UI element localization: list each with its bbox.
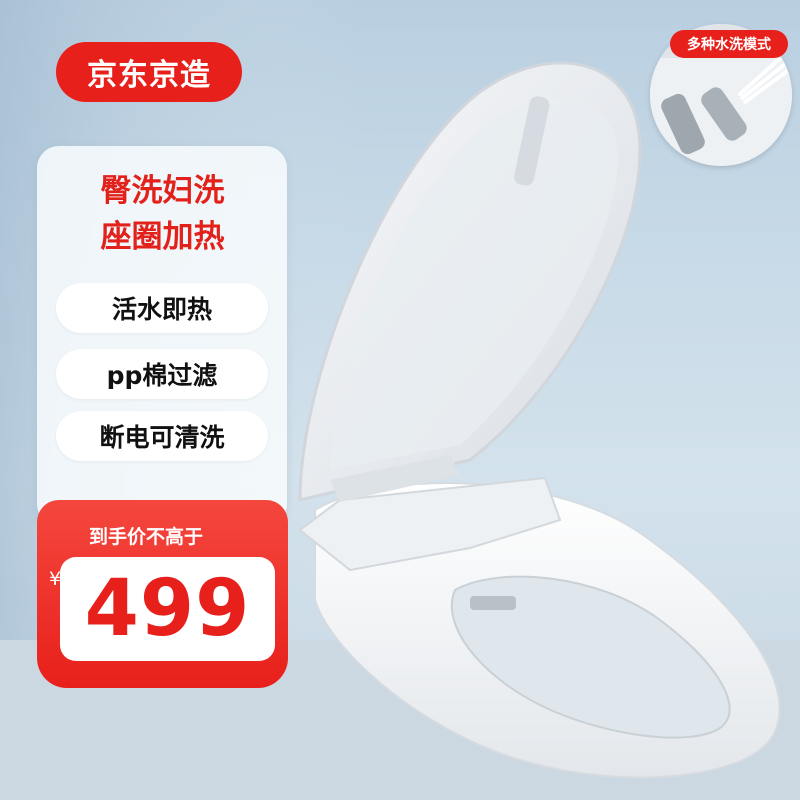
wash-mode-badge: 多种水洗模式: [670, 30, 788, 58]
nozzle: [470, 596, 516, 610]
headline-line-1: 臀洗妇洗: [100, 173, 225, 209]
feature-pill: 活水即热: [56, 283, 268, 333]
price-card: 到手价不高于 ¥ 499: [37, 500, 288, 688]
price-value: 499: [84, 564, 251, 654]
headline: 臀洗妇洗 座圈加热: [0, 168, 325, 260]
headline-line-2: 座圈加热: [100, 219, 225, 255]
price-caption: 到手价不高于: [89, 526, 204, 548]
brand-logo-badge: 京东京造: [56, 42, 242, 102]
price-box: 499: [60, 557, 275, 661]
feature-pill: pp棉过滤: [56, 349, 268, 399]
feature-pill: 断电可清洗: [56, 411, 268, 461]
